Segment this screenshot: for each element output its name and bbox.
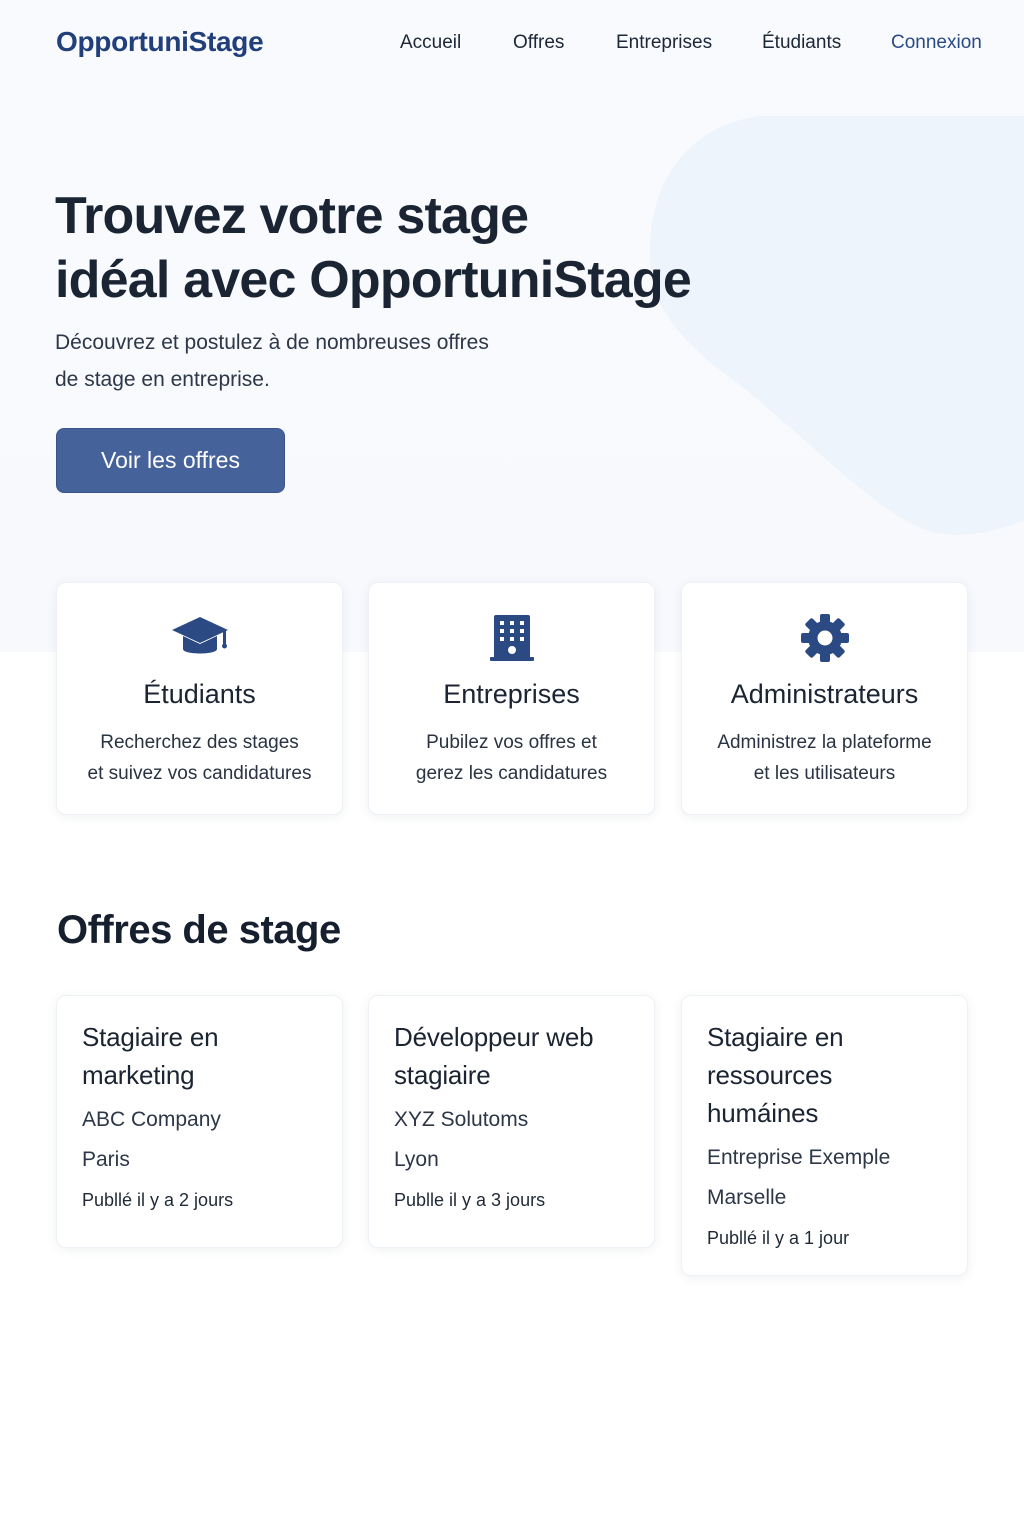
gear-icon — [682, 613, 967, 663]
feature-title: Étudiants — [143, 679, 256, 709]
feature-title: Entreprises — [443, 679, 580, 709]
feature-desc-line2: et suivez vos candidatures — [87, 763, 312, 784]
nav-item-accueil[interactable]: Accueil — [400, 32, 461, 54]
offer-posted-date: Publlé il y a 2 jours — [82, 1190, 234, 1210]
graduation-cap-icon — [57, 613, 342, 663]
nav-links: Accueil Offres Entreprises Étudiants Con… — [0, 32, 1024, 56]
offer-company: ABC Company — [82, 1108, 221, 1131]
hero-subtitle: Découvrez et postulez à de nombreuses of… — [55, 324, 575, 398]
feature-desc-line1: Recherchez des stages — [100, 732, 299, 753]
offer-location: Marselle — [707, 1186, 787, 1209]
offer-location: Paris — [82, 1148, 130, 1171]
nav-item-etudiants[interactable]: Étudiants — [762, 32, 841, 54]
feature-description: Recherchez des stages et suivez vos cand… — [67, 727, 332, 789]
offer-title-line1: Développeur web — [394, 1022, 594, 1052]
feature-title: Administrateurs — [730, 679, 919, 709]
offer-location: Lyon — [394, 1148, 439, 1171]
offer-posted-date: Publle il y a 3 jours — [394, 1190, 546, 1210]
feature-card-companies[interactable]: Entreprises Pubilez vos offres et gerez … — [368, 582, 655, 815]
section-title: Offres de stage — [57, 908, 341, 952]
offer-title[interactable]: Développeur web stagiaire — [394, 1018, 630, 1094]
hero-subtitle-line1: Découvrez et postulez à de nombreuses of… — [55, 331, 489, 354]
hero-title-line1: Trouvez votre stage — [55, 187, 529, 245]
offer-posted-date: Publlé il y a 1 jour — [707, 1228, 850, 1248]
nav-item-offres[interactable]: Offres — [513, 32, 564, 54]
offer-company: XYZ Solutoms — [394, 1108, 529, 1131]
view-offers-button[interactable]: Voir les offres — [56, 428, 285, 493]
feature-desc-line2: et les utilisateurs — [753, 763, 896, 784]
building-icon — [369, 613, 654, 663]
hero-title: Trouvez votre stage idéal avec Opportuni… — [55, 184, 755, 312]
feature-card-admins[interactable]: Administrateurs Administrez la plateform… — [681, 582, 968, 815]
feature-description: Pubilez vos offres et gerez les candidat… — [379, 727, 644, 789]
offer-title-line2: marketing — [82, 1060, 195, 1090]
offer-company: Entreprise Exemple — [707, 1146, 891, 1169]
offer-title-line1: Stagiaire en — [707, 1022, 844, 1052]
offer-card[interactable]: Stagiaire en ressources humáines Entrepr… — [681, 995, 968, 1276]
nav-login-link[interactable]: Connexion — [891, 32, 982, 54]
feature-description: Administrez la plateforme et les utilisa… — [692, 727, 957, 789]
offer-card[interactable]: Stagiaire en marketing ABC Company Paris… — [56, 995, 343, 1248]
feature-card-students[interactable]: Étudiants Recherchez des stages et suive… — [56, 582, 343, 815]
offer-title-line2: ressources — [707, 1060, 833, 1090]
offer-title[interactable]: Stagiaire en marketing — [82, 1018, 318, 1094]
offer-title-line1: Stagiaire en — [82, 1022, 219, 1052]
offer-card[interactable]: Développeur web stagiaire XYZ Solutoms L… — [368, 995, 655, 1248]
hero-title-line2: idéal avec OpportuniStage — [55, 251, 692, 309]
offer-title-line3: humáines — [707, 1098, 819, 1128]
feature-desc-line2: gerez les candidatures — [415, 763, 608, 784]
offer-title-line2: stagiaire — [394, 1060, 491, 1090]
feature-desc-line1: Administrez la plateforme — [717, 732, 932, 753]
hero-subtitle-line2: de stage en entreprise. — [55, 368, 270, 391]
top-navigation: OpportuniStage Accueil Offres Entreprise… — [0, 0, 1024, 88]
feature-desc-line1: Pubilez vos offres et — [426, 732, 597, 753]
nav-item-entreprises[interactable]: Entreprises — [616, 32, 712, 54]
offer-title[interactable]: Stagiaire en ressources humáines — [707, 1018, 943, 1132]
